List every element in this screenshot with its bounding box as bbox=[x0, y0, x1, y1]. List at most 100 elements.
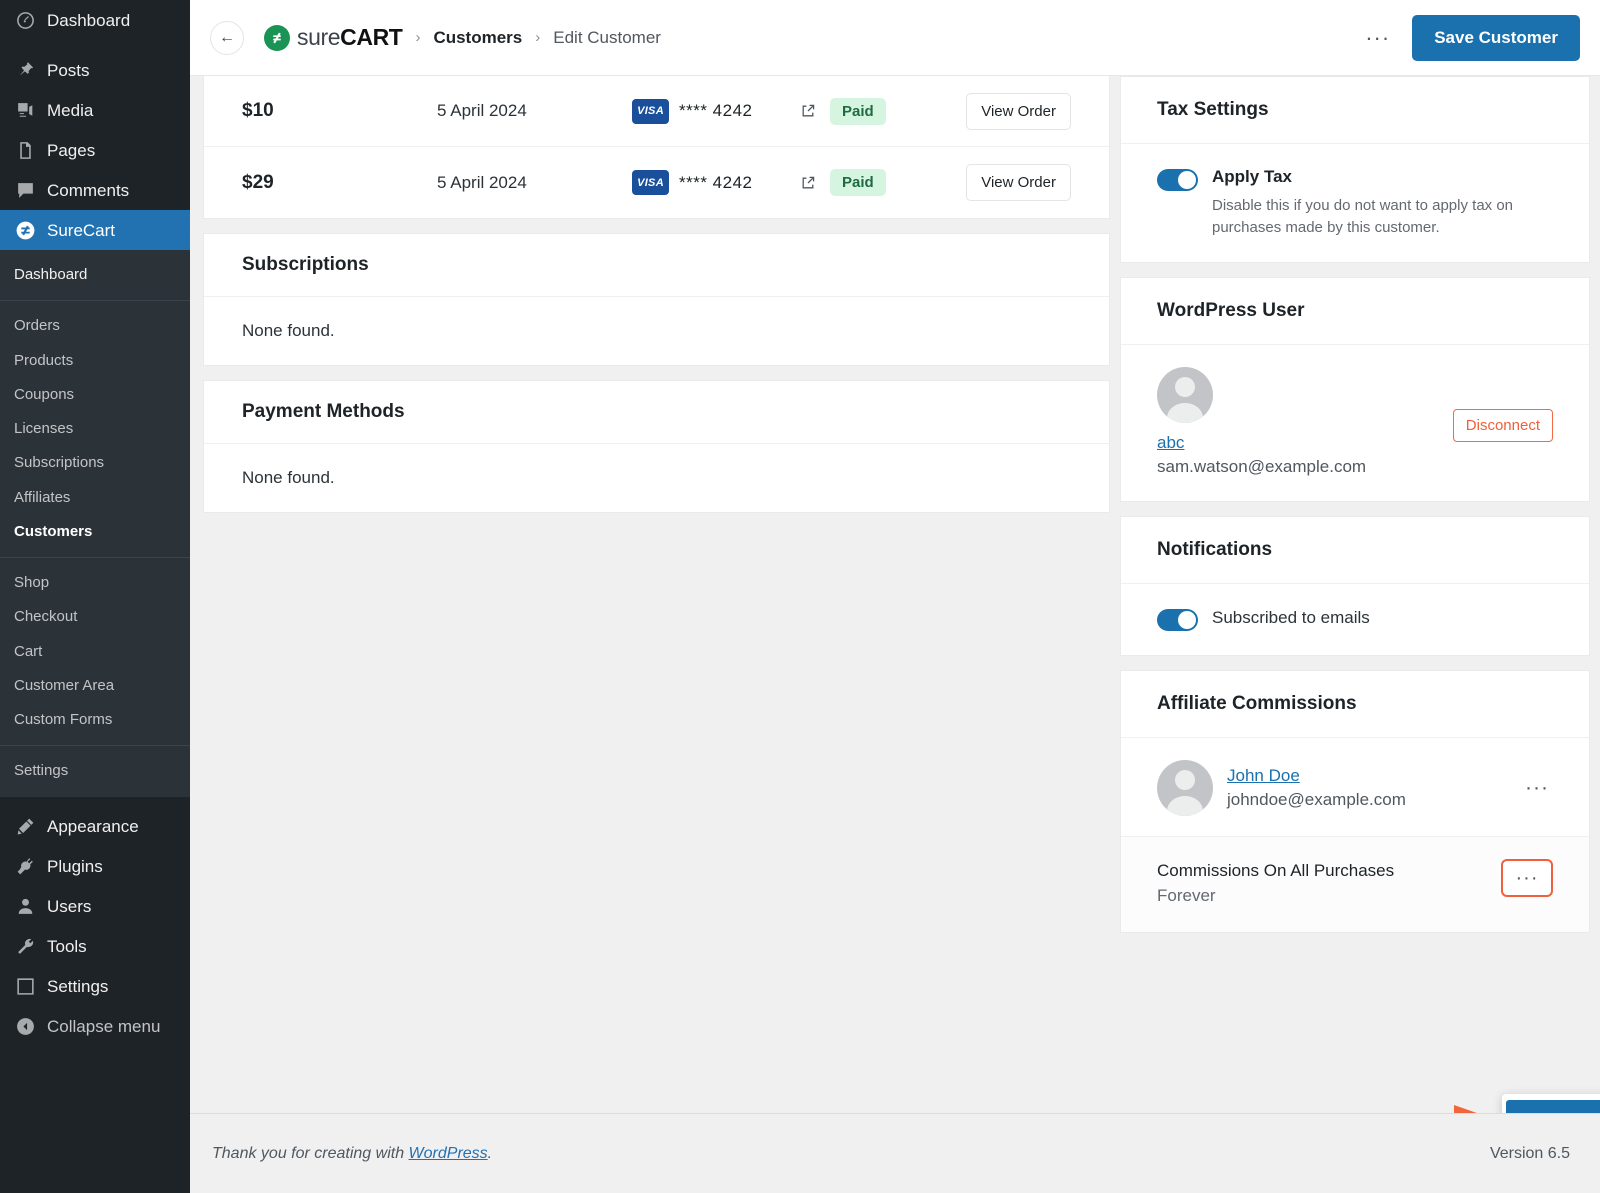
apply-tax-label: Apply Tax bbox=[1212, 166, 1542, 189]
user-icon bbox=[14, 896, 36, 918]
submenu-item-affiliates[interactable]: Affiliates bbox=[0, 481, 190, 515]
tax-settings-panel: Tax Settings Apply Tax Disable this if y… bbox=[1120, 76, 1590, 263]
sidebar-item-label: Media bbox=[47, 102, 93, 119]
table-row[interactable]: $10 5 April 2024 VISA **** 4242 Paid bbox=[204, 76, 1109, 147]
sidebar-item-posts[interactable]: Posts bbox=[0, 50, 190, 90]
media-icon bbox=[14, 99, 36, 121]
topbar-more-menu-button[interactable]: ··· bbox=[1355, 26, 1400, 49]
submenu-item-licenses[interactable]: Licenses bbox=[0, 412, 190, 446]
apply-tax-toggle[interactable] bbox=[1157, 169, 1198, 191]
sidebar-item-media[interactable]: Media bbox=[0, 90, 190, 130]
dropdown-item-update[interactable]: Update bbox=[1506, 1100, 1600, 1113]
sidebar-gap bbox=[0, 40, 190, 50]
table-row[interactable]: $29 5 April 2024 VISA **** 4242 Paid bbox=[204, 147, 1109, 218]
sidebar-item-tools[interactable]: Tools bbox=[0, 927, 190, 967]
visa-label: VISA bbox=[637, 105, 664, 117]
sidebar-item-collapse-menu[interactable]: Collapse menu bbox=[0, 1007, 190, 1047]
submenu-item-customers[interactable]: Customers bbox=[0, 515, 190, 549]
affiliate-more-menu-button[interactable]: ··· bbox=[1521, 778, 1553, 799]
surecart-icon bbox=[14, 219, 36, 241]
submenu-item-dashboard[interactable]: Dashboard bbox=[0, 258, 190, 292]
apply-tax-description: Disable this if you do not want to apply… bbox=[1212, 195, 1542, 239]
save-customer-button[interactable]: Save Customer bbox=[1412, 15, 1580, 61]
commission-info: Commissions On All Purchases Forever bbox=[1157, 859, 1394, 906]
order-date: 5 April 2024 bbox=[437, 101, 632, 121]
subscriptions-title: Subscriptions bbox=[204, 234, 1109, 297]
subscribed-emails-toggle[interactable] bbox=[1157, 609, 1198, 631]
payment-methods-empty-state: None found. bbox=[204, 444, 1109, 512]
submenu-divider bbox=[0, 557, 190, 558]
sidebar-item-label: Settings bbox=[47, 978, 108, 995]
dropdown-item-label: Update bbox=[1550, 1111, 1600, 1113]
sidebar-item-settings[interactable]: Settings bbox=[0, 967, 190, 1007]
main-column: ← sureCART › Customers › Edit Customer ·… bbox=[190, 0, 1600, 1193]
order-payment-method: VISA **** 4242 bbox=[632, 99, 800, 124]
surecart-logo[interactable]: sureCART bbox=[264, 24, 402, 51]
payment-methods-card: Payment Methods None found. bbox=[203, 380, 1110, 513]
surecart-wordmark: sureCART bbox=[297, 24, 402, 51]
footer-version: Version 6.5 bbox=[1490, 1145, 1570, 1163]
surecart-logo-mark bbox=[264, 25, 290, 51]
breadcrumb-customers[interactable]: Customers bbox=[433, 28, 522, 48]
sidebar-item-pages[interactable]: Pages bbox=[0, 130, 190, 170]
submenu-item-cart[interactable]: Cart bbox=[0, 635, 190, 669]
sidebar-item-label: Tools bbox=[47, 938, 87, 955]
view-order-button[interactable]: View Order bbox=[966, 164, 1071, 201]
sidebar-item-appearance[interactable]: Appearance bbox=[0, 807, 190, 847]
wordpress-user-body: abc sam.watson@example.com Disconnect bbox=[1121, 345, 1589, 501]
avatar bbox=[1157, 760, 1213, 816]
calendar-icon bbox=[1520, 1113, 1537, 1114]
commission-more-menu-button[interactable]: ··· bbox=[1501, 859, 1553, 897]
brand-text-sure: sure bbox=[297, 24, 340, 51]
pin-icon bbox=[14, 59, 36, 81]
submenu-item-orders[interactable]: Orders bbox=[0, 309, 190, 343]
wordpress-username-link[interactable]: abc bbox=[1157, 433, 1366, 453]
sidebar-item-surecart[interactable]: SureCart bbox=[0, 210, 190, 250]
external-link-icon[interactable] bbox=[800, 103, 830, 119]
footer-credit-prefix: Thank you for creating with bbox=[212, 1145, 409, 1162]
admin-page: Dashboard Posts Media Pages Commen bbox=[0, 0, 1600, 1193]
order-card-last4: **** 4242 bbox=[679, 101, 753, 121]
affiliate-user-body: John Doe johndoe@example.com ··· bbox=[1121, 738, 1589, 836]
commission-dropdown-menu: Update bbox=[1502, 1094, 1600, 1113]
affiliate-commissions-panel: Affiliate Commissions John Doe johndoe@e… bbox=[1120, 670, 1590, 933]
submenu-item-checkout[interactable]: Checkout bbox=[0, 600, 190, 634]
wordpress-link[interactable]: WordPress bbox=[409, 1145, 488, 1162]
subscriptions-empty-state: None found. bbox=[204, 297, 1109, 365]
plug-icon bbox=[14, 856, 36, 878]
submenu-item-products[interactable]: Products bbox=[0, 344, 190, 378]
sidebar-bottom-group: Appearance Plugins Users Tools bbox=[0, 807, 190, 1047]
submenu-item-shop[interactable]: Shop bbox=[0, 566, 190, 600]
tax-settings-title: Tax Settings bbox=[1121, 77, 1589, 144]
wordpress-user-panel: WordPress User abc sam.watson@example.co… bbox=[1120, 277, 1590, 502]
sidebar-item-label: Comments bbox=[47, 182, 129, 199]
view-order-button[interactable]: View Order bbox=[966, 93, 1071, 130]
back-button[interactable]: ← bbox=[210, 21, 244, 55]
affiliate-name-link[interactable]: John Doe bbox=[1227, 766, 1406, 786]
status-badge: Paid bbox=[830, 98, 886, 125]
orders-card: $10 5 April 2024 VISA **** 4242 Paid bbox=[203, 76, 1110, 219]
sidebar-item-label: Users bbox=[47, 898, 91, 915]
submenu-item-subscriptions[interactable]: Subscriptions bbox=[0, 446, 190, 480]
submenu-item-custom-forms[interactable]: Custom Forms bbox=[0, 703, 190, 737]
notifications-title: Notifications bbox=[1121, 517, 1589, 584]
submenu-item-customer-area[interactable]: Customer Area bbox=[0, 669, 190, 703]
sidebar-item-users[interactable]: Users bbox=[0, 887, 190, 927]
breadcrumb-separator-icon: › bbox=[415, 29, 420, 46]
commission-duration: Forever bbox=[1157, 886, 1394, 906]
order-amount: $29 bbox=[242, 172, 437, 194]
visa-card-icon: VISA bbox=[632, 99, 669, 124]
sidebar-item-comments[interactable]: Comments bbox=[0, 170, 190, 210]
order-card-last4: **** 4242 bbox=[679, 173, 753, 193]
subscribed-emails-label: Subscribed to emails bbox=[1212, 607, 1370, 630]
wordpress-user-title: WordPress User bbox=[1121, 278, 1589, 345]
external-link-icon[interactable] bbox=[800, 175, 830, 191]
disconnect-button[interactable]: Disconnect bbox=[1453, 409, 1553, 442]
payment-methods-title: Payment Methods bbox=[204, 381, 1109, 444]
sidebar-item-label: Collapse menu bbox=[47, 1018, 160, 1035]
sidebar-item-plugins[interactable]: Plugins bbox=[0, 847, 190, 887]
submenu-item-coupons[interactable]: Coupons bbox=[0, 378, 190, 412]
sidebar-item-label: SureCart bbox=[47, 222, 115, 239]
submenu-item-settings[interactable]: Settings bbox=[0, 754, 190, 788]
sidebar-item-dashboard[interactable]: Dashboard bbox=[0, 0, 190, 40]
